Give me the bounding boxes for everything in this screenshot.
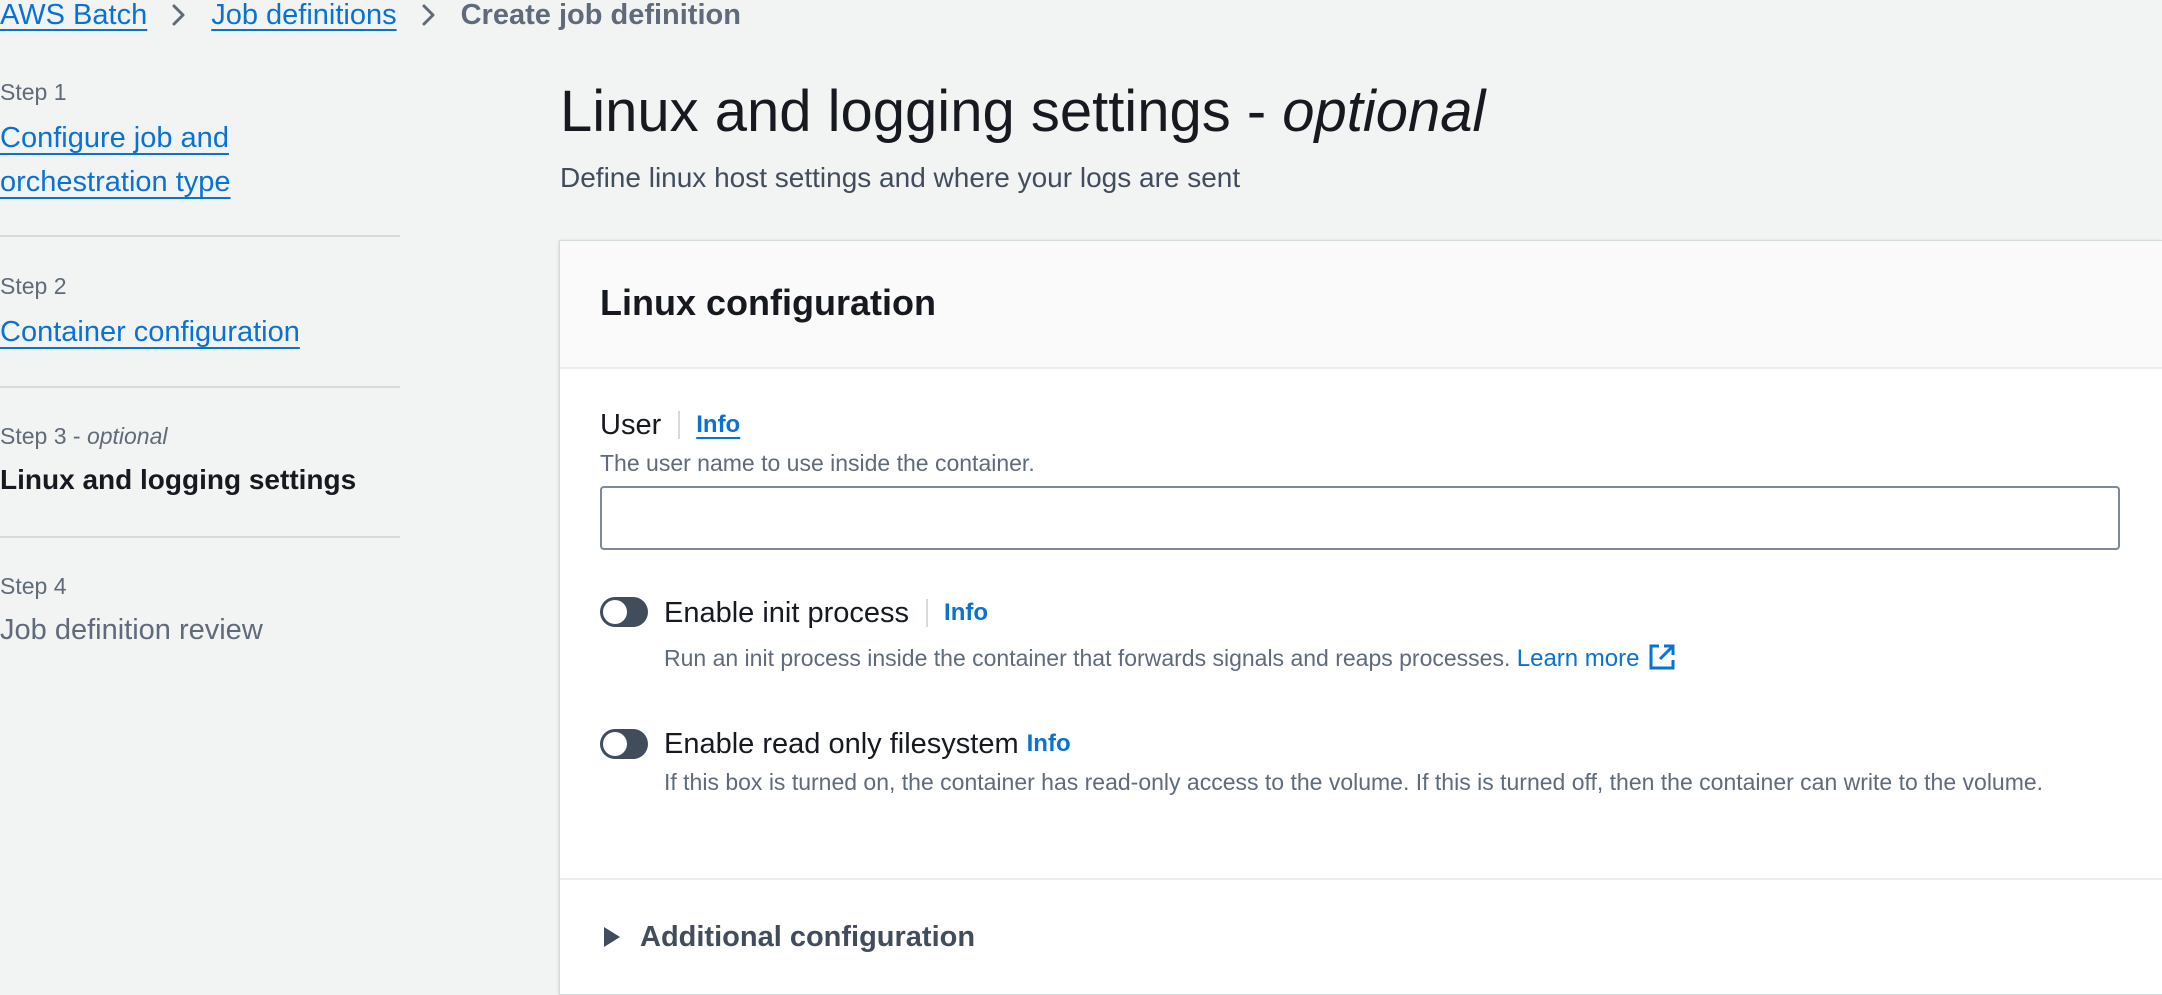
user-field-description: The user name to use inside the containe… — [600, 450, 1035, 476]
info-separator — [926, 599, 929, 627]
chevron-right-icon — [147, 3, 211, 27]
chevron-right-icon — [397, 3, 461, 27]
step-1: Step 1 Configure job and orchestration t… — [0, 78, 400, 204]
step-number: Step 3 - optional — [0, 423, 168, 449]
read-only-label: Enable read only filesystem — [664, 727, 1019, 760]
caret-right-icon — [604, 927, 620, 947]
init-process-label-row: Enable init process Info — [664, 594, 988, 632]
user-info-link[interactable]: Info — [696, 411, 740, 439]
additional-configuration-expander[interactable]: Additional configuration — [600, 918, 975, 956]
step-current-label: Linux and logging settings — [0, 464, 357, 495]
user-field-label: User Info — [600, 406, 740, 444]
init-process-toggle[interactable] — [600, 597, 648, 627]
step-link-container-configuration[interactable]: Container configuration — [0, 316, 300, 348]
step-divider — [0, 386, 400, 388]
init-process-label: Enable init process — [664, 596, 910, 629]
toggle-knob — [603, 600, 627, 624]
breadcrumb-current: Create job definition — [460, 0, 741, 31]
step-number: Step 2 — [0, 273, 67, 299]
step-number: Step 1 — [0, 79, 67, 105]
breadcrumb: AWS Batch Job definitions Create job def… — [0, 0, 741, 30]
breadcrumb-job-definitions[interactable]: Job definitions — [211, 0, 396, 30]
step-4: Step 4 Job definition review — [0, 572, 400, 648]
external-link-icon — [1647, 642, 1677, 681]
step-divider — [0, 536, 400, 538]
toggle-knob — [603, 732, 627, 756]
container-title: Linux configuration — [600, 282, 936, 323]
section-divider — [560, 878, 2162, 880]
init-process-info-link[interactable]: Info — [944, 599, 988, 627]
read-only-label-row: Enable read only filesystem Info — [664, 725, 1071, 763]
step-disabled-label: Job definition review — [0, 614, 263, 646]
step-divider — [0, 235, 400, 237]
step-3: Step 3 - optional Linux and logging sett… — [0, 422, 400, 498]
read-only-filesystem-toggle[interactable] — [600, 729, 648, 759]
read-only-description: If this box is turned on, the container … — [664, 769, 2044, 795]
page-description: Define linux host settings and where you… — [560, 162, 1241, 193]
step-link-configure-job[interactable]: Configure job and orchestration type — [0, 122, 231, 198]
learn-more-link[interactable]: Learn more — [1517, 644, 1678, 672]
info-separator — [678, 411, 681, 439]
additional-configuration-label: Additional configuration — [640, 920, 976, 953]
container-header: Linux configuration — [560, 241, 2162, 369]
breadcrumb-aws-batch[interactable]: AWS Batch — [0, 0, 147, 30]
user-label: User — [600, 408, 662, 441]
read-only-info-link[interactable]: Info — [1027, 730, 1071, 758]
page-title: Linux and logging settings - optional — [560, 79, 1486, 144]
user-input[interactable] — [600, 486, 2120, 550]
step-2: Step 2 Container configuration — [0, 272, 400, 354]
step-number: Step 4 — [0, 573, 67, 599]
init-process-description: Run an init process inside the container… — [664, 642, 1677, 681]
